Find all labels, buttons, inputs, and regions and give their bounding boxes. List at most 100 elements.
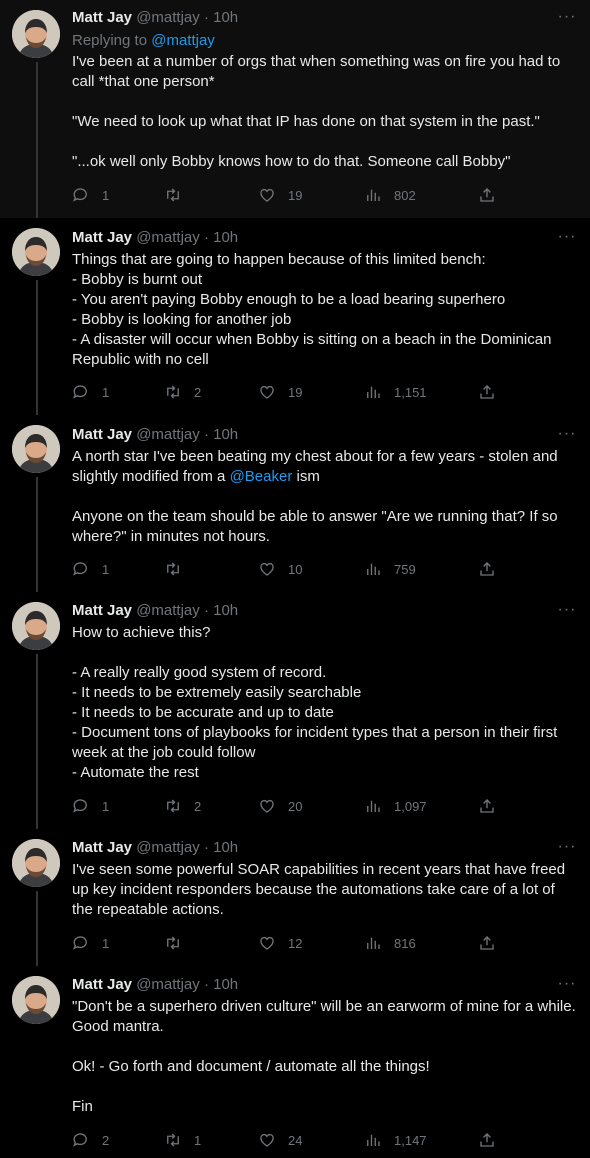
author-handle[interactable]: @mattjay: [136, 9, 200, 26]
share-button[interactable]: [478, 933, 496, 953]
avatar[interactable]: [12, 602, 60, 650]
more-icon[interactable]: ···: [556, 839, 578, 860]
timestamp[interactable]: 10h: [213, 839, 238, 856]
author-handle[interactable]: @mattjay: [136, 426, 200, 443]
author-name[interactable]: Matt Jay: [72, 602, 132, 619]
timestamp[interactable]: 10h: [213, 602, 238, 619]
author-name[interactable]: Matt Jay: [72, 229, 132, 246]
retweet-button[interactable]: [164, 559, 194, 579]
author-handle[interactable]: @mattjay: [136, 229, 200, 246]
share-button[interactable]: [478, 559, 496, 579]
share-button[interactable]: [478, 185, 496, 205]
timestamp[interactable]: 10h: [213, 426, 238, 443]
retweet-button[interactable]: [164, 185, 194, 205]
share-button[interactable]: [478, 1130, 496, 1150]
tweet[interactable]: Matt Jay @mattjay · 10h ··· Things that …: [0, 218, 590, 415]
reply-button[interactable]: 2: [72, 1130, 109, 1150]
like-count: 19: [288, 384, 303, 400]
like-button[interactable]: 12: [258, 933, 302, 953]
reply-button[interactable]: 1: [72, 559, 109, 579]
tweet-text: Things that are going to happen because …: [72, 251, 552, 368]
avatar[interactable]: [12, 425, 60, 473]
retweet-icon: [167, 936, 179, 950]
avatar-image: [12, 228, 60, 276]
thread-line: [36, 654, 38, 829]
tweet[interactable]: Matt Jay @mattjay · 10h ··· How to achie…: [0, 592, 590, 829]
replying-to-link[interactable]: @mattjay: [151, 32, 215, 49]
avatar-image: [12, 839, 60, 887]
avatar[interactable]: [12, 976, 60, 1024]
tweet[interactable]: Matt Jay @mattjay · 10h ··· I've seen so…: [0, 829, 590, 966]
author-name[interactable]: Matt Jay: [72, 976, 132, 993]
views-icon: [367, 1134, 380, 1147]
author-name[interactable]: Matt Jay: [72, 839, 132, 856]
like-button[interactable]: 24: [258, 1130, 302, 1150]
more-icon[interactable]: ···: [556, 976, 578, 997]
view-count: 802: [394, 187, 416, 203]
like-button[interactable]: 20: [258, 796, 302, 816]
like-count: 12: [288, 935, 303, 951]
retweet-button[interactable]: 2: [164, 382, 201, 402]
tweet[interactable]: Matt Jay @mattjay · 10h ··· A north star…: [0, 415, 590, 592]
retweet-button[interactable]: 1: [164, 1130, 201, 1150]
share-icon: [480, 1133, 494, 1147]
tweet-text: I've been at a number of orgs that when …: [72, 53, 561, 170]
tweet[interactable]: Matt Jay @mattjay · 10h ··· Replying to …: [0, 0, 590, 218]
tweet-header: Matt Jay @mattjay · 10h: [72, 838, 238, 858]
timestamp[interactable]: 10h: [213, 976, 238, 993]
avatar[interactable]: [12, 839, 60, 887]
view-count: 1,097: [394, 798, 427, 814]
like-button[interactable]: 19: [258, 382, 302, 402]
avatar[interactable]: [12, 228, 60, 276]
author-handle[interactable]: @mattjay: [136, 839, 200, 856]
like-icon: [260, 188, 274, 202]
reply-icon: [73, 936, 87, 949]
tweet-actions: 1 12 816: [72, 933, 512, 953]
share-button[interactable]: [478, 382, 496, 402]
timestamp[interactable]: 10h: [213, 9, 238, 26]
like-icon: [260, 936, 274, 950]
tweet-actions: 1 10 759: [72, 559, 512, 579]
avatar[interactable]: [12, 10, 60, 58]
views-button[interactable]: 1,147: [364, 1130, 427, 1150]
replie-count: 1: [102, 187, 110, 203]
views-button[interactable]: 759: [364, 559, 416, 579]
author-handle[interactable]: @mattjay: [136, 976, 200, 993]
views-button[interactable]: 1,151: [364, 382, 427, 402]
more-icon[interactable]: ···: [556, 602, 578, 623]
retweet-button[interactable]: 2: [164, 796, 201, 816]
author-handle[interactable]: @mattjay: [136, 602, 200, 619]
reply-button[interactable]: 1: [72, 185, 109, 205]
timestamp[interactable]: 10h: [213, 229, 238, 246]
like-button[interactable]: 10: [258, 559, 302, 579]
reply-icon: [73, 385, 87, 398]
more-icon[interactable]: ···: [556, 9, 578, 30]
like-icon: [260, 562, 274, 576]
like-icon: [260, 385, 274, 399]
tweet-actions: 1 2 19 1,151: [72, 382, 512, 402]
views-button[interactable]: 802: [364, 185, 416, 205]
mention-link[interactable]: @Beaker: [230, 468, 293, 485]
more-icon[interactable]: ···: [556, 229, 578, 250]
tweet[interactable]: Matt Jay @mattjay · 10h ··· "Don't be a …: [0, 966, 590, 1158]
retweet-button[interactable]: [164, 933, 194, 953]
share-icon: [480, 562, 494, 576]
tweet-text: A north star I've been beating my chest …: [72, 447, 578, 547]
author-name[interactable]: Matt Jay: [72, 426, 132, 443]
reply-button[interactable]: 1: [72, 796, 109, 816]
replying-to: Replying to @mattjay: [72, 31, 215, 51]
views-button[interactable]: 1,097: [364, 796, 427, 816]
views-icon: [367, 386, 380, 399]
share-button[interactable]: [478, 796, 496, 816]
like-count: 19: [288, 187, 303, 203]
more-icon[interactable]: ···: [556, 426, 578, 447]
reply-button[interactable]: 1: [72, 382, 109, 402]
views-icon: [367, 800, 380, 813]
like-count: 10: [288, 561, 303, 577]
author-name[interactable]: Matt Jay: [72, 9, 132, 26]
like-button[interactable]: 19: [258, 185, 302, 205]
views-icon: [367, 189, 380, 202]
reply-button[interactable]: 1: [72, 933, 109, 953]
tweet-actions: 2 1 24 1,147: [72, 1130, 512, 1150]
views-button[interactable]: 816: [364, 933, 416, 953]
